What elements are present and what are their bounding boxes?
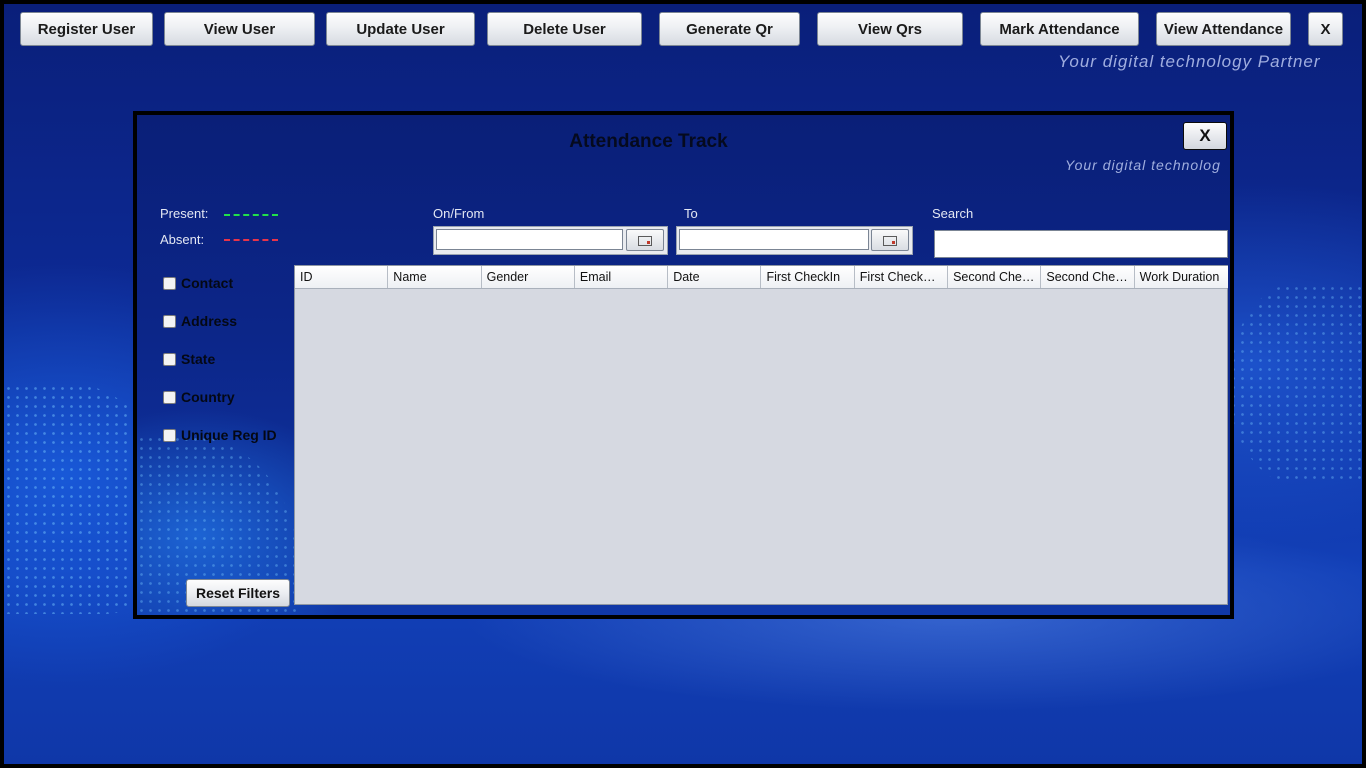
background-dots-right (1229, 284, 1362, 484)
search-label: Search (932, 206, 974, 221)
delete-user-button[interactable]: Delete User (487, 12, 642, 46)
column-header-first-checkin[interactable]: First CheckIn (761, 266, 855, 288)
column-header-date[interactable]: Date (668, 266, 762, 288)
present-legend-line (224, 214, 278, 216)
column-header-gender[interactable]: Gender (481, 266, 575, 288)
from-date-calendar-button[interactable] (626, 229, 664, 251)
address-checkbox[interactable] (163, 314, 176, 328)
attendance-table[interactable]: ID Name Gender Email Date First CheckIn … (294, 265, 1228, 605)
contact-checkbox[interactable] (163, 276, 176, 290)
filter-address[interactable]: Address (163, 311, 237, 331)
attendance-dialog: Attendance Track X Your digital technolo… (133, 111, 1234, 619)
reset-filters-button[interactable]: Reset Filters (186, 579, 290, 607)
absent-legend-label: Absent: (160, 232, 205, 247)
generate-qr-button[interactable]: Generate Qr (659, 12, 800, 46)
table-header: ID Name Gender Email Date First CheckIn … (295, 266, 1228, 289)
view-user-button[interactable]: View User (164, 12, 315, 46)
to-date-calendar-button[interactable] (871, 229, 909, 251)
register-user-button[interactable]: Register User (20, 12, 153, 46)
filter-label: State (181, 351, 216, 367)
state-checkbox[interactable] (163, 352, 176, 366)
column-header-name[interactable]: Name (388, 266, 482, 288)
to-date-label: To (684, 206, 698, 221)
column-header-second-checkout[interactable]: Second Chec... (1041, 266, 1135, 288)
view-attendance-button[interactable]: View Attendance (1156, 12, 1291, 46)
to-date-picker (676, 226, 913, 255)
present-legend-label: Present: (160, 206, 209, 221)
filter-country[interactable]: Country (163, 387, 235, 407)
from-date-picker (433, 226, 668, 255)
column-header-email[interactable]: Email (574, 266, 669, 288)
calendar-icon (883, 235, 897, 246)
from-date-label: On/From (433, 206, 485, 221)
dialog-title: Attendance Track (569, 131, 728, 152)
filter-state[interactable]: State (163, 349, 215, 369)
dialog-tagline: Your digital technolog (1065, 157, 1221, 173)
close-app-button[interactable]: X (1308, 12, 1343, 46)
dialog-close-button[interactable]: X (1183, 122, 1227, 150)
column-header-second-checkin[interactable]: Second Chec... (948, 266, 1042, 288)
to-date-input[interactable] (679, 229, 869, 250)
country-checkbox[interactable] (163, 390, 176, 404)
mark-attendance-button[interactable]: Mark Attendance (980, 12, 1139, 46)
calendar-icon (638, 235, 652, 246)
search-input[interactable] (934, 230, 1228, 258)
tagline: Your digital technology Partner (1058, 52, 1321, 71)
absent-legend-line (224, 239, 278, 241)
from-date-input[interactable] (436, 229, 623, 250)
app-window: Register User View User Update User Dele… (4, 4, 1362, 764)
filter-label: Address (181, 313, 238, 329)
column-header-first-checkout[interactable]: First CheckOut (854, 266, 949, 288)
column-header-work-duration[interactable]: Work Duration (1134, 266, 1228, 288)
filter-contact[interactable]: Contact (163, 273, 233, 293)
filter-label: Unique Reg ID (181, 427, 277, 443)
column-header-id[interactable]: ID (295, 266, 389, 288)
filter-label: Contact (181, 275, 234, 291)
unique-reg-id-checkbox[interactable] (163, 428, 176, 442)
filter-label: Country (181, 389, 235, 405)
view-qrs-button[interactable]: View Qrs (817, 12, 963, 46)
update-user-button[interactable]: Update User (326, 12, 475, 46)
filter-unique-reg-id[interactable]: Unique Reg ID (163, 425, 277, 445)
